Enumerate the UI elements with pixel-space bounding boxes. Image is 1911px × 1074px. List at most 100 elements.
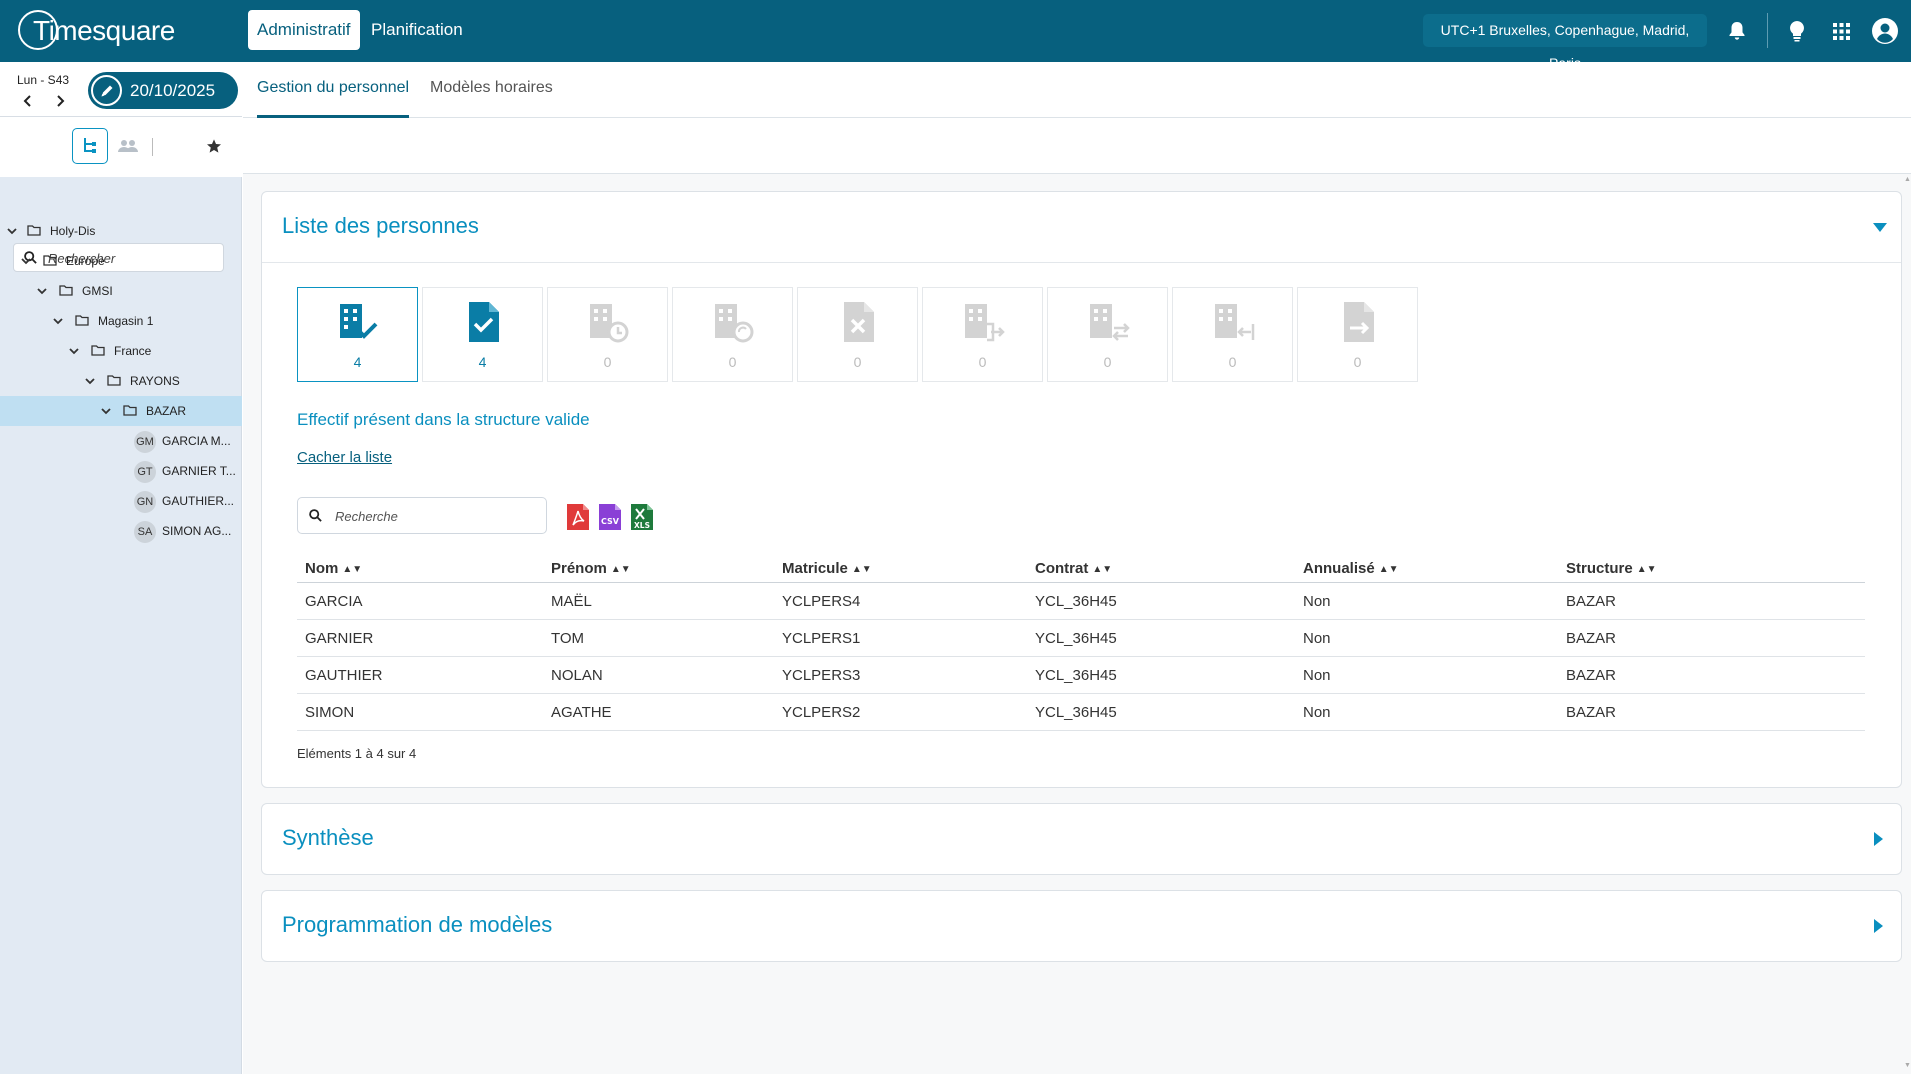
table-row[interactable]: GARCIA MAËL YCLPERS4 YCL_36H45 Non BAZAR — [297, 583, 1865, 620]
tree-person-garnier[interactable]: GT GARNIER T... — [0, 456, 242, 486]
chevron-down-icon[interactable] — [100, 405, 112, 417]
export-xls-button[interactable]: XLS — [629, 503, 655, 531]
app-logo[interactable]: Timesquare — [18, 10, 175, 52]
tree-item-france[interactable]: France — [0, 336, 242, 366]
tab-modeles-horaires[interactable]: Modèles horaires — [430, 62, 553, 118]
tree-item-label: France — [114, 344, 152, 358]
stat-value: 0 — [978, 354, 987, 370]
tree-item-label: GMSI — [82, 284, 113, 298]
cell-annualise: Non — [1303, 667, 1331, 684]
column-header-annualise[interactable]: Annualisé ▲▼ — [1303, 560, 1398, 577]
nav-administratif[interactable]: Administratif — [248, 10, 360, 50]
nav-planification[interactable]: Planification — [362, 10, 472, 50]
toolbar-separator — [152, 138, 153, 156]
stat-tile-entry[interactable]: 0 — [1172, 287, 1293, 382]
tree-view-button[interactable] — [72, 128, 108, 164]
bell-icon[interactable] — [1724, 18, 1750, 44]
building-check-icon — [340, 304, 378, 339]
folder-icon — [123, 405, 137, 416]
stat-tile-transfer[interactable]: 0 — [1047, 287, 1168, 382]
chevron-down-icon[interactable] — [6, 225, 18, 237]
column-header-nom[interactable]: Nom ▲▼ — [305, 560, 362, 577]
date-picker[interactable]: 20/10/2025 — [88, 72, 238, 109]
panel-programmation-de-modeles[interactable]: Programmation de modèles — [261, 890, 1902, 962]
chevron-left-icon[interactable] — [19, 92, 37, 110]
column-header-structure[interactable]: Structure ▲▼ — [1566, 560, 1656, 577]
column-header-label: Annualisé — [1303, 560, 1375, 577]
table-search-input[interactable]: Recherche — [297, 497, 547, 534]
tree-item-rayons[interactable]: RAYONS — [0, 366, 242, 396]
lightbulb-icon[interactable] — [1784, 18, 1810, 44]
tree-person-label: SIMON AG... — [162, 524, 232, 538]
stat-tile-invalid-contract[interactable]: 0 — [797, 287, 918, 382]
cell-prenom: AGATHE — [551, 704, 612, 721]
chevron-right-icon[interactable] — [51, 92, 69, 110]
logo-text: Timesquare — [33, 15, 175, 46]
cell-structure: BAZAR — [1566, 593, 1617, 610]
building-enter-icon — [1215, 304, 1255, 340]
tree-item-gmsi[interactable]: GMSI — [0, 276, 242, 306]
cell-annualise: Non — [1303, 630, 1331, 647]
caret-down-icon[interactable] — [1871, 218, 1889, 236]
user-account-icon[interactable] — [1872, 18, 1898, 44]
tab-gestion-du-personnel[interactable]: Gestion du personnel — [257, 62, 410, 118]
scroll-up-indicator[interactable]: ▲ — [1904, 176, 1911, 183]
tree-item-label: BAZAR — [146, 404, 187, 418]
folder-icon — [107, 375, 121, 386]
apps-grid-icon[interactable] — [1828, 18, 1854, 44]
chevron-down-icon[interactable] — [52, 315, 64, 327]
chevron-down-icon[interactable] — [84, 375, 96, 387]
avatar: GT — [134, 461, 156, 483]
tree-person-label: GARCIA M... — [162, 434, 231, 448]
column-header-prenom[interactable]: Prénom ▲▼ — [551, 560, 631, 577]
cell-structure: BAZAR — [1566, 704, 1617, 721]
tree-item-magasin-1[interactable]: Magasin 1 — [0, 306, 242, 336]
column-header-contrat[interactable]: Contrat ▲▼ — [1035, 560, 1112, 577]
chevron-down-icon[interactable] — [20, 255, 32, 267]
stat-tile-renewal[interactable]: 0 — [672, 287, 793, 382]
hide-list-link[interactable]: Cacher la liste — [297, 449, 392, 466]
panel-synthese[interactable]: Synthèse — [261, 803, 1902, 875]
sort-icon: ▲▼ — [342, 564, 363, 575]
export-pdf-button[interactable] — [565, 503, 591, 531]
cell-matricule: YCLPERS1 — [782, 630, 861, 647]
stat-tile-valid-contract[interactable]: 4 — [422, 287, 543, 382]
caret-right-icon[interactable] — [1869, 917, 1887, 935]
document-check-icon — [469, 302, 499, 342]
xls-icon: XLS — [631, 504, 653, 530]
tree-item-europe[interactable]: Europe — [0, 246, 242, 276]
timezone-selector[interactable]: UTC+1 Bruxelles, Copenhague, Madrid, Par… — [1423, 14, 1707, 71]
pencil-icon[interactable] — [91, 75, 122, 106]
export-csv-button[interactable]: CSV — [597, 503, 623, 531]
caret-right-icon[interactable] — [1869, 830, 1887, 848]
pagination-info: Eléments 1 à 4 sur 4 — [297, 746, 417, 761]
tree-item-label: RAYONS — [130, 374, 180, 388]
column-header-matricule[interactable]: Matricule ▲▼ — [782, 560, 872, 577]
tree-person-garcia[interactable]: GM GARCIA M... — [0, 426, 242, 456]
cell-prenom: TOM — [551, 630, 585, 647]
stat-tile-document-exit[interactable]: 0 — [1297, 287, 1418, 382]
stat-value: 0 — [1353, 354, 1362, 370]
favorites-star-icon[interactable] — [196, 128, 232, 164]
table-row[interactable]: GARNIER TOM YCLPERS1 YCL_36H45 Non BAZAR — [297, 620, 1865, 657]
tree-item-bazar[interactable]: BAZAR — [0, 396, 242, 426]
stat-tile-pending[interactable]: 0 — [547, 287, 668, 382]
cell-matricule: YCLPERS3 — [782, 667, 861, 684]
tree-item-holy-dis[interactable]: Holy-Dis — [0, 216, 242, 246]
xls-icon-label: XLS — [634, 521, 650, 530]
cell-annualise: Non — [1303, 593, 1331, 610]
table-row[interactable]: SIMON AGATHE YCLPERS2 YCL_36H45 Non BAZA… — [297, 694, 1865, 731]
stat-tile-present[interactable]: 4 — [297, 287, 418, 382]
stat-tile-exit[interactable]: 0 — [922, 287, 1043, 382]
sidebar: Lun - S43 20/10/2025 Rechercher — [0, 62, 242, 1074]
tree-person-gauthier[interactable]: GN GAUTHIER... — [0, 486, 242, 516]
chevron-down-icon[interactable] — [36, 285, 48, 297]
people-view-button[interactable] — [110, 128, 146, 164]
scroll-down-indicator[interactable]: ▼ — [1904, 1062, 1911, 1069]
tree-person-simon[interactable]: SA SIMON AG... — [0, 516, 242, 546]
avatar: GM — [134, 431, 156, 453]
column-header-label: Structure — [1566, 560, 1633, 577]
chevron-down-icon[interactable] — [68, 345, 80, 357]
cell-nom: GARNIER — [305, 630, 374, 647]
table-row[interactable]: GAUTHIER NOLAN YCLPERS3 YCL_36H45 Non BA… — [297, 657, 1865, 694]
